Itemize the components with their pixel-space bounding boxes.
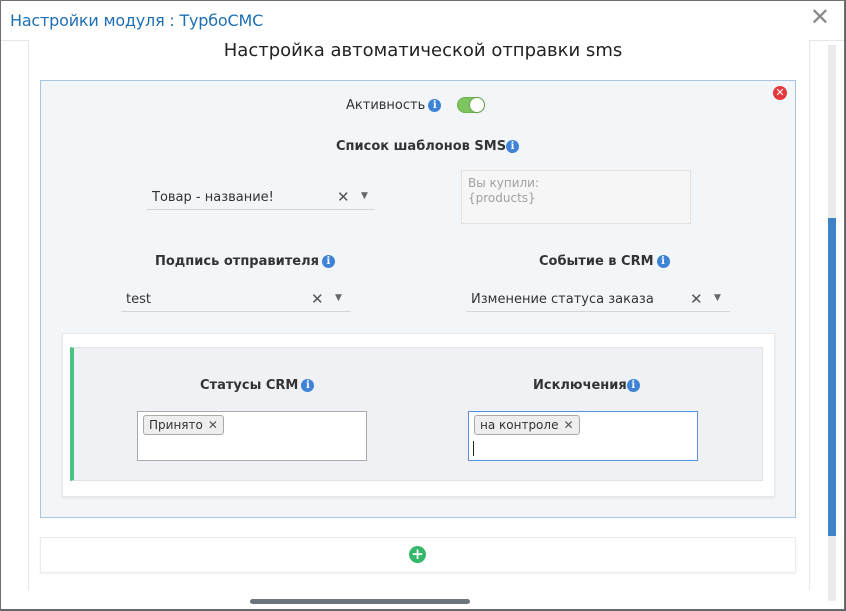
status-tag-label: Принято: [149, 418, 203, 432]
active-label: Активность: [346, 98, 426, 113]
status-tag: Принято ✕: [143, 415, 224, 435]
section-title: Настройка автоматической отправки sms: [223, 40, 623, 61]
preview-line: Вы купили:: [468, 176, 540, 190]
chevron-down-icon[interactable]: ▼: [335, 293, 342, 303]
sender-label: Подпись отправителя: [155, 254, 319, 269]
event-label-row: Событие в CRM i: [539, 254, 670, 269]
info-icon[interactable]: i: [428, 99, 442, 112]
clear-icon[interactable]: ✕: [690, 290, 703, 308]
add-rule-icon[interactable]: +: [409, 546, 426, 563]
background-decoration: [250, 599, 470, 604]
sender-select-value: test: [126, 292, 151, 307]
event-select-value: Изменение статуса заказа: [471, 292, 654, 307]
clear-icon[interactable]: ✕: [311, 290, 324, 308]
event-label: Событие в CRM: [539, 254, 654, 269]
toggle-knob: [470, 98, 484, 112]
sender-label-row: Подпись отправителя i: [155, 254, 335, 269]
text-caret: [473, 441, 474, 456]
modal-header: Настройки модуля : ТурбоСМС ✕: [1, 1, 844, 41]
statuses-label-row: Статусы CRM i: [200, 378, 315, 393]
templates-label-row: Список шаблонов SMS i: [336, 139, 520, 154]
exclusions-input[interactable]: на контроле ✕: [468, 411, 698, 461]
statuses-input[interactable]: Принято ✕: [137, 411, 367, 461]
close-icon[interactable]: ✕: [810, 5, 830, 29]
chevron-down-icon[interactable]: ▼: [361, 191, 368, 201]
remove-rule-icon[interactable]: ✕: [773, 86, 787, 100]
info-icon[interactable]: i: [506, 140, 520, 153]
tag-remove-icon[interactable]: ✕: [563, 418, 573, 432]
clear-icon[interactable]: ✕: [337, 188, 350, 206]
info-icon[interactable]: i: [321, 255, 335, 268]
active-label-row: Активность i: [346, 98, 442, 113]
statuses-label: Статусы CRM: [200, 378, 299, 393]
active-toggle[interactable]: [457, 97, 485, 113]
exclusion-tag-label: на контроле: [480, 418, 559, 432]
modal-title: Настройки модуля : ТурбоСМС: [10, 11, 264, 30]
chevron-down-icon[interactable]: ▼: [714, 293, 721, 303]
exclusions-label-row: Исключения i: [533, 378, 640, 393]
template-preview: Вы купили: {products}: [461, 170, 691, 224]
exclusion-tag: на контроле ✕: [474, 415, 580, 435]
event-select[interactable]: Изменение статуса заказа ✕ ▼: [466, 288, 730, 312]
sender-select[interactable]: test ✕ ▼: [121, 288, 351, 312]
info-icon[interactable]: i: [656, 255, 670, 268]
templates-label: Список шаблонов SMS: [336, 139, 507, 154]
preview-line: {products}: [468, 191, 536, 205]
exclusions-label: Исключения: [533, 378, 627, 393]
template-select-value: Товар - название!: [152, 190, 274, 205]
info-icon[interactable]: i: [626, 379, 640, 392]
info-icon[interactable]: i: [301, 379, 315, 392]
scrollbar-thumb[interactable]: [828, 218, 836, 536]
template-select[interactable]: Товар - название! ✕ ▼: [147, 186, 375, 210]
tag-remove-icon[interactable]: ✕: [208, 418, 218, 432]
